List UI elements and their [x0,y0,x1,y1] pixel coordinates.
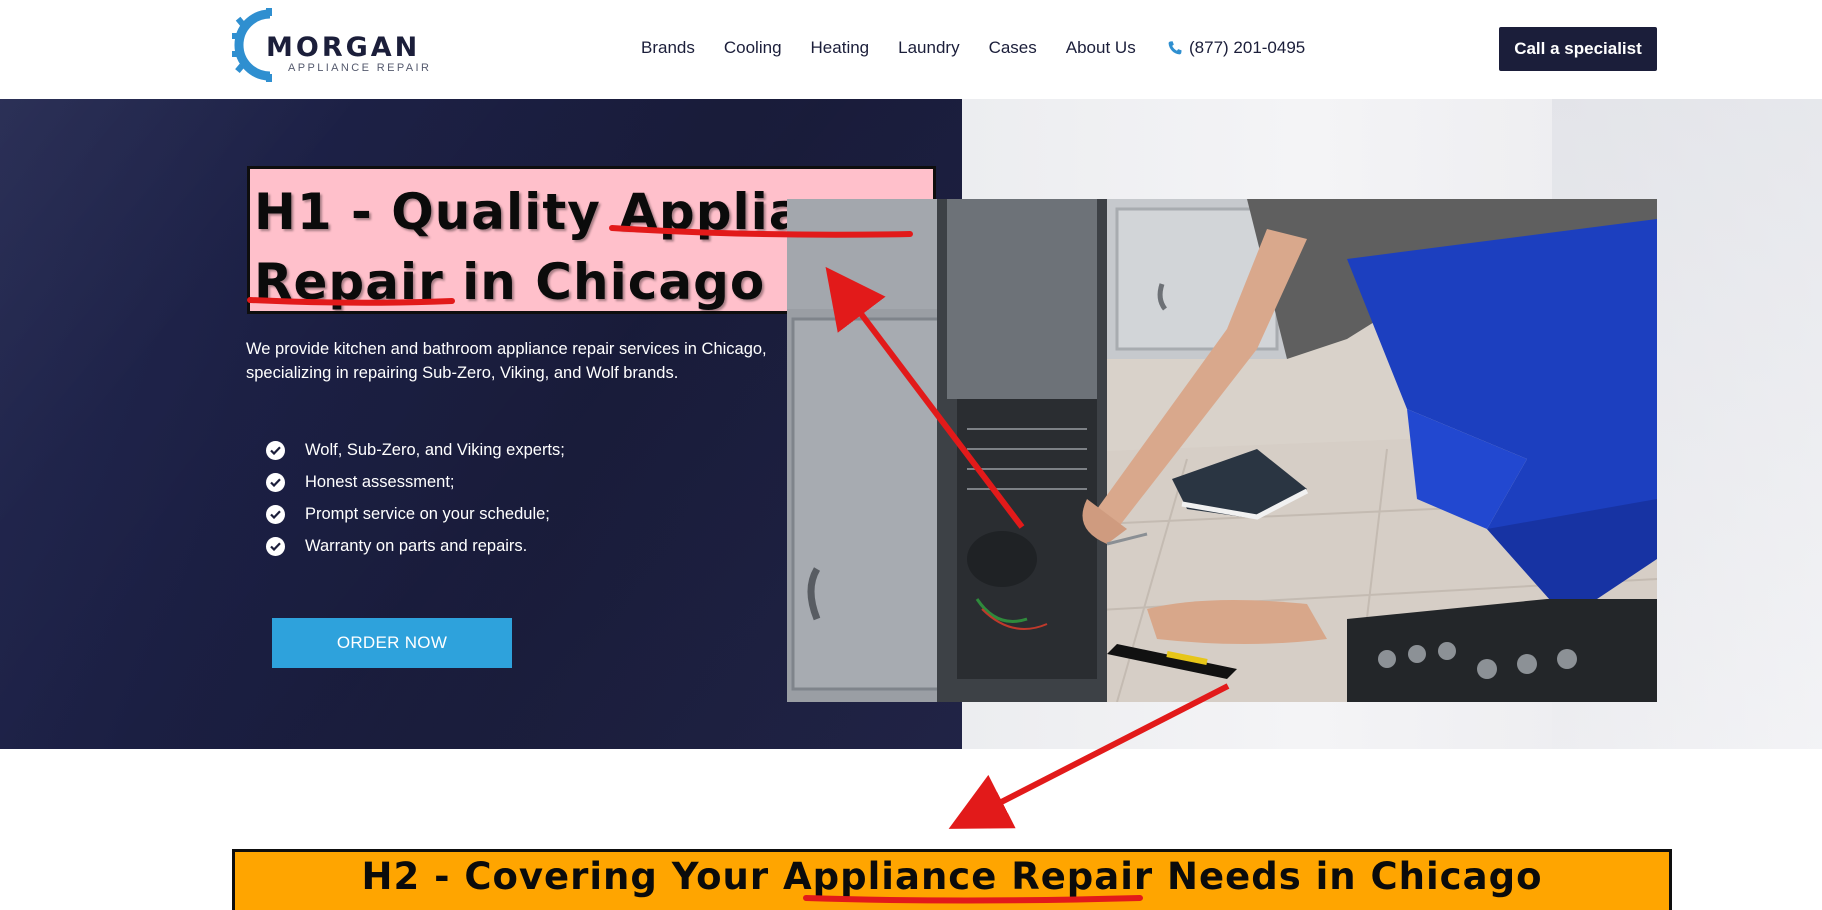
site-header: MORGAN APPLIANCE REPAIR Brands Cooling H… [0,0,1822,99]
checklist-item: Prompt service on your schedule; [266,498,565,530]
check-circle-icon [266,440,285,460]
call-specialist-button[interactable]: Call a specialist [1499,27,1657,71]
checklist-item-text: Wolf, Sub-Zero, and Viking experts; [305,440,565,459]
check-circle-icon [266,472,285,492]
nav-item-brands[interactable]: Brands [641,38,695,58]
hero-description: We provide kitchen and bathroom applianc… [246,340,767,382]
checklist-item-text: Honest assessment; [305,472,455,491]
checklist-item-text: Warranty on parts and repairs. [305,536,528,555]
checklist-item: Wolf, Sub-Zero, and Viking experts; [266,434,565,466]
logo-wordmark: MORGAN [266,32,421,63]
phone-icon [1168,41,1182,55]
section-heading: H2 - Covering Your Appliance Repair Need… [361,855,1543,898]
order-now-button[interactable]: ORDER NOW [272,618,512,668]
checklist-item: Honest assessment; [266,466,565,498]
h2-highlight-box: H2 - Covering Your Appliance Repair Need… [232,849,1672,910]
logo-tagline: APPLIANCE REPAIR [288,62,432,74]
logo[interactable]: MORGAN APPLIANCE REPAIR [232,8,442,82]
nav-item-cases[interactable]: Cases [989,38,1037,58]
feature-checklist: Wolf, Sub-Zero, and Viking experts; Hone… [266,434,565,562]
phone-number: (877) 201-0495 [1189,38,1306,57]
main-nav: Brands Cooling Heating Laundry Cases Abo… [641,38,1165,58]
checklist-item: Warranty on parts and repairs. [266,530,565,562]
hero-photo-technician [787,199,1657,702]
nav-item-heating[interactable]: Heating [811,38,870,58]
phone-link[interactable]: (877) 201-0495 [1167,38,1305,58]
checklist-item-text: Prompt service on your schedule; [305,504,550,523]
nav-item-cooling[interactable]: Cooling [724,38,782,58]
check-circle-icon [266,504,285,524]
nav-item-about-us[interactable]: About Us [1066,38,1136,58]
nav-item-laundry[interactable]: Laundry [898,38,959,58]
check-circle-icon [266,536,285,556]
